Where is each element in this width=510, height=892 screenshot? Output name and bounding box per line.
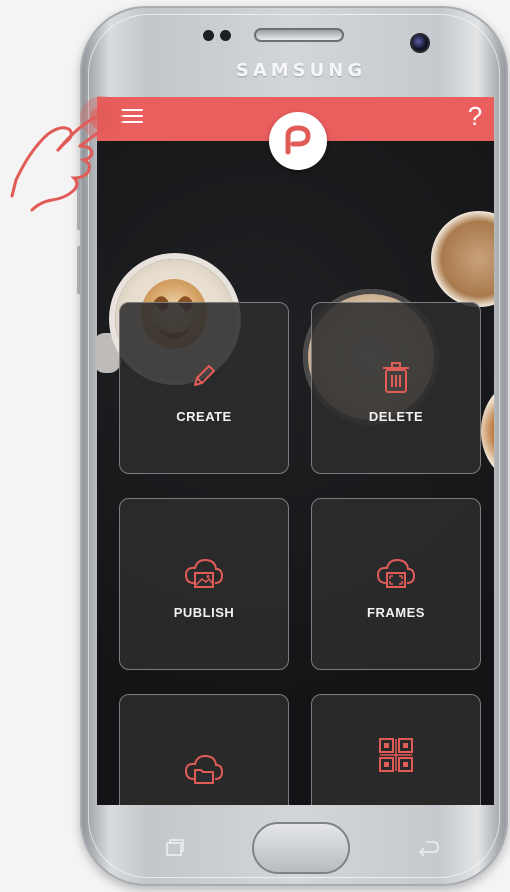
hand-photo [97, 333, 121, 373]
latte-cup-edge [481, 381, 494, 481]
latte-cup-portrait [431, 211, 494, 307]
qr-code-tile[interactable] [311, 694, 481, 805]
p-logo-icon [285, 125, 311, 155]
delete-tile[interactable]: DELETE [311, 302, 481, 474]
earpiece-speaker [254, 28, 344, 42]
trash-icon [380, 361, 412, 400]
app-screen: ? CREATE DELETE PUBLISH FRAMES [97, 97, 494, 805]
frames-tile[interactable]: FRAMES [311, 498, 481, 670]
delete-label: DELETE [368, 409, 424, 424]
brand-logo: SAMSUNG [235, 60, 367, 81]
frames-label: FRAMES [367, 605, 425, 620]
cloud-folder-icon [184, 753, 224, 792]
create-label: CREATE [176, 409, 232, 424]
tap-gesture-hand-icon [10, 96, 124, 212]
qr-code-icon [378, 737, 414, 778]
pencil-icon [189, 361, 219, 396]
app-logo [269, 112, 327, 170]
sensor-dot [203, 30, 214, 41]
create-tile[interactable]: CREATE [119, 302, 289, 474]
back-icon[interactable] [414, 838, 440, 858]
publish-tile[interactable]: PUBLISH [119, 498, 289, 670]
cloud-frame-icon [376, 557, 416, 596]
cloud-folder-tile[interactable] [119, 694, 289, 805]
home-button[interactable] [252, 822, 350, 874]
front-camera [410, 33, 430, 53]
help-icon[interactable]: ? [464, 99, 486, 133]
cloud-image-icon [184, 557, 224, 596]
publish-label: PUBLISH [173, 605, 235, 620]
sensor-dot [220, 30, 231, 41]
recent-apps-icon[interactable] [164, 838, 186, 858]
